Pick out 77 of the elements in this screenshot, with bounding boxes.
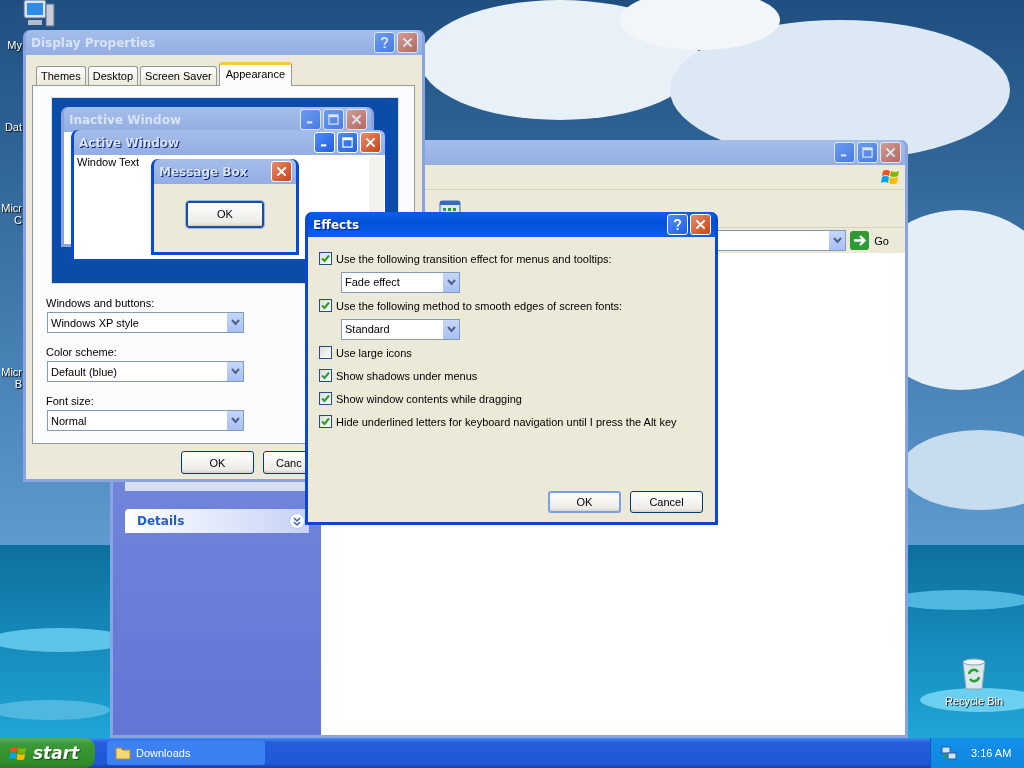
chevron-icon — [289, 513, 305, 529]
checkbox-label: Use the following transition effect for menus and tooltips: — [336, 252, 612, 265]
minimize-button[interactable] — [834, 142, 855, 163]
maximize-button[interactable] — [857, 142, 878, 163]
close-button[interactable] — [346, 109, 367, 130]
close-icon — [402, 37, 413, 48]
close-icon — [885, 147, 896, 158]
checkbox-label: Use the following method to smooth edges of screen fonts: — [336, 299, 623, 312]
checkbox-label: Use large icons — [336, 346, 412, 359]
close-button[interactable] — [397, 32, 418, 53]
window-title: Active Window — [79, 135, 181, 150]
panel-title: Details — [137, 514, 185, 528]
close-button[interactable] — [360, 132, 381, 153]
checkbox[interactable] — [319, 369, 332, 382]
help-button[interactable] — [374, 32, 395, 53]
help-icon — [380, 36, 389, 49]
network-icon[interactable] — [941, 745, 957, 761]
minimize-button[interactable] — [300, 109, 321, 130]
maximize-icon — [342, 137, 353, 148]
close-icon — [351, 114, 362, 125]
desktop-icon-label[interactable]: Micr B — [0, 366, 22, 390]
close-button[interactable] — [271, 161, 292, 182]
window-title: Effects — [313, 217, 361, 232]
checkbox[interactable] — [319, 346, 332, 359]
cancel-button[interactable]: Cancel — [630, 491, 703, 513]
desktop-icon-label[interactable]: Micr C — [0, 202, 22, 226]
dropdown[interactable]: Normal — [47, 410, 244, 431]
maximize-icon — [862, 147, 873, 158]
window-text: Window Text — [77, 156, 140, 168]
maximize-icon — [328, 114, 339, 125]
close-button[interactable] — [690, 214, 711, 235]
help-button[interactable] — [667, 214, 688, 235]
window-title: Inactive Window — [69, 112, 183, 127]
ok-button[interactable]: OK — [548, 491, 621, 513]
folder-icon — [115, 746, 131, 760]
checkbox[interactable] — [319, 299, 332, 312]
window-title: Display Properties — [31, 35, 157, 50]
checkbox[interactable] — [319, 415, 332, 428]
details-panel-header[interactable]: Details — [125, 509, 309, 533]
tab[interactable]: Appearance — [218, 62, 293, 86]
field-label: Windows and buttons: — [46, 297, 155, 309]
checkbox-label: Hide underlined letters for keyboard navigation until I press the Alt key — [336, 415, 677, 428]
close-button[interactable] — [880, 142, 901, 163]
tab[interactable]: Desktop — [87, 66, 139, 85]
tab[interactable]: Themes — [36, 66, 86, 85]
dropdown[interactable]: Default (blue) — [47, 361, 244, 382]
help-icon — [673, 218, 682, 231]
field-label: Color scheme: — [46, 346, 117, 358]
start-button[interactable]: start — [0, 738, 95, 768]
checkbox-label: Show window contents while dragging — [336, 392, 522, 405]
dropdown[interactable]: Windows XP style — [47, 312, 244, 333]
recycle-bin-icon[interactable] — [960, 657, 988, 691]
close-icon — [276, 166, 287, 177]
checkbox[interactable] — [319, 252, 332, 265]
maximize-button[interactable] — [323, 109, 344, 130]
flag-icon — [9, 744, 28, 762]
clock: 3:16 AM — [971, 747, 1012, 759]
flag-icon — [881, 168, 901, 186]
dropdown[interactable]: Standard — [341, 318, 460, 340]
minimize-button[interactable] — [314, 132, 335, 153]
window-title: Message Box — [159, 164, 249, 179]
taskbar-button[interactable]: Downloads — [107, 741, 265, 765]
arrow-icon — [850, 231, 870, 250]
checkbox-label: Show shadows under menus — [336, 369, 478, 382]
desktop-icon-label[interactable]: Dat — [0, 121, 22, 133]
desktop-icon-label[interactable]: My — [0, 39, 22, 51]
close-icon — [695, 219, 706, 230]
checkbox[interactable] — [319, 392, 332, 405]
tab[interactable]: Screen Saver — [140, 66, 217, 85]
ok-button[interactable]: OK — [186, 200, 264, 228]
close-icon — [365, 137, 376, 148]
ok-button[interactable]: OK — [181, 451, 254, 474]
field-label: Font size: — [46, 395, 94, 407]
go-button[interactable]: Go — [850, 231, 897, 250]
maximize-button[interactable] — [337, 132, 358, 153]
computer-icon[interactable] — [22, 0, 56, 28]
dropdown[interactable]: Fade effect — [341, 271, 460, 293]
